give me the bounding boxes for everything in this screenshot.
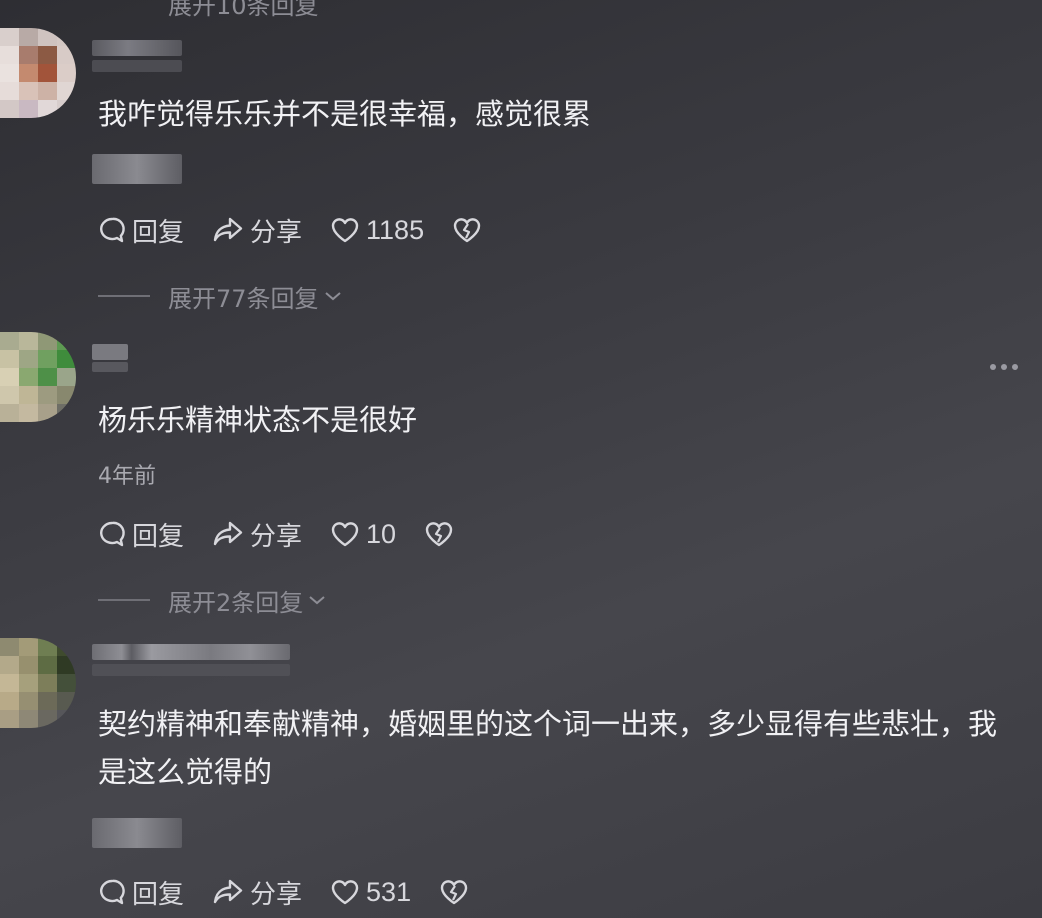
comment-text: 我咋觉得乐乐并不是很幸福，感觉很累 [98, 97, 592, 131]
comment-actions: 回复 分享 1185 [98, 210, 516, 250]
avatar[interactable] [0, 332, 76, 422]
expand-replies[interactable]: 展开2条回复 [98, 585, 327, 617]
like-button[interactable]: 1185 [330, 215, 424, 246]
username-blurred-detail [92, 60, 182, 72]
avatar[interactable] [0, 638, 76, 728]
share-button[interactable]: 分享 [212, 874, 302, 911]
dislike-button[interactable] [424, 520, 460, 548]
heart-icon [331, 522, 359, 547]
reply-label: 回复 [132, 521, 185, 552]
reply-button[interactable]: 回复 [98, 516, 184, 553]
share-arrow-icon [213, 879, 243, 904]
comment-bubble-icon [100, 521, 125, 547]
like-count: 10 [366, 518, 397, 549]
reply-button[interactable]: 回复 [98, 212, 184, 249]
comment-actions: 回复 分享 10 [98, 514, 488, 554]
divider-line [98, 599, 150, 601]
reply-button[interactable]: 回复 [98, 874, 184, 911]
comment-text: 契约精神和奉献精神，婚姻里的这个词一出来，多少显得有些悲壮，我是这么觉得的 [98, 707, 998, 789]
like-count: 1185 [366, 214, 425, 245]
comment-bubble-icon [100, 217, 125, 243]
share-button[interactable]: 分享 [212, 516, 302, 553]
chevron-down-icon [324, 292, 341, 301]
comment-text: 杨乐乐精神状态不是很好 [98, 403, 418, 437]
share-label: 分享 [250, 217, 303, 248]
expand-replies[interactable]: 展开77条回复 [98, 281, 343, 313]
username-blurred-detail [92, 362, 128, 372]
share-label: 分享 [250, 521, 303, 552]
like-button[interactable]: 531 [330, 877, 411, 908]
dislike-button[interactable] [452, 216, 488, 244]
share-arrow-icon [213, 521, 243, 546]
avatar[interactable] [0, 28, 76, 118]
username-blurred[interactable] [92, 644, 290, 660]
broken-heart-icon [453, 218, 481, 243]
more-dots-icon[interactable] [990, 364, 1018, 370]
username-blurred[interactable] [92, 344, 128, 360]
reply-label: 回复 [132, 217, 185, 248]
share-label: 分享 [250, 879, 303, 910]
time-blurred [92, 818, 182, 848]
username-blurred[interactable] [92, 40, 182, 56]
share-button[interactable]: 分享 [212, 212, 302, 249]
comment-actions: 回复 分享 531 [98, 872, 503, 912]
comment-time: 4年前 [98, 464, 156, 489]
broken-heart-icon [425, 522, 453, 547]
share-arrow-icon [213, 217, 243, 242]
expand-replies-label: 展开2条回复 [168, 588, 304, 617]
username-blurred-detail [92, 664, 290, 676]
heart-icon [331, 218, 359, 243]
chevron-down-icon [309, 596, 325, 605]
heart-icon [331, 880, 359, 905]
broken-heart-icon [440, 880, 468, 905]
like-button[interactable]: 10 [330, 519, 396, 550]
expand-replies-partial[interactable]: 展开10条回复 [168, 0, 319, 21]
reply-label: 回复 [132, 879, 185, 910]
expand-replies-label: 展开77条回复 [168, 284, 319, 313]
divider-line [98, 295, 150, 297]
comment-bubble-icon [100, 879, 125, 905]
time-blurred [92, 154, 182, 184]
dislike-button[interactable] [439, 878, 475, 906]
like-count: 531 [366, 876, 412, 907]
